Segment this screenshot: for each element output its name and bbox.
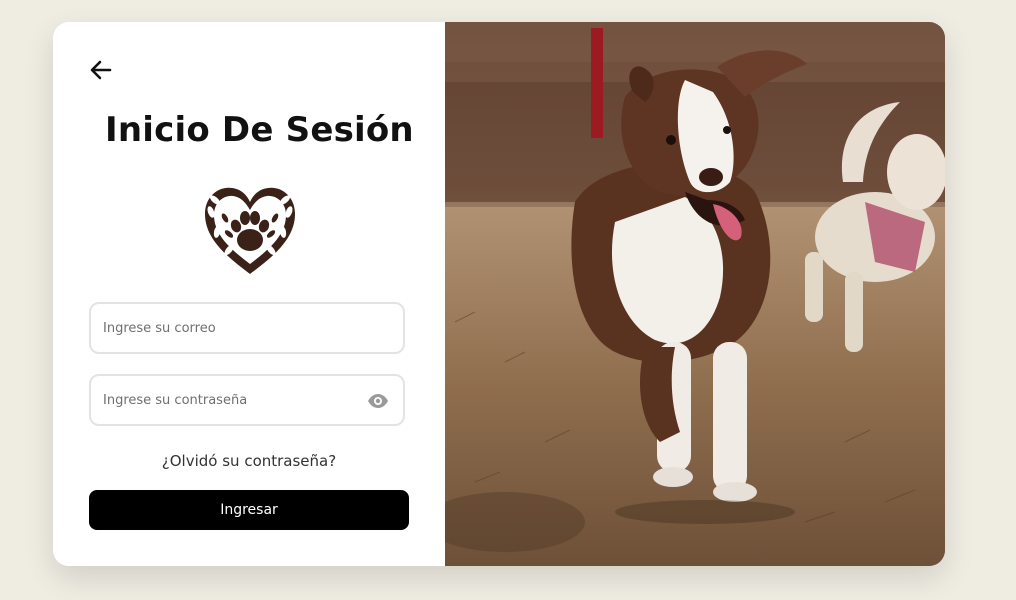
paw-heart-logo [205,187,295,274]
eye-icon[interactable] [367,390,389,412]
login-panel: Inicio De Sesión Ingrese su correo ¿Olvi… [53,22,445,566]
hero-image [445,22,945,566]
email-field[interactable] [91,304,403,352]
page-title: Inicio De Sesión [105,110,414,150]
password-field[interactable] [91,376,403,424]
arrow-left-icon [90,60,112,80]
login-button[interactable]: Ingresar [89,490,409,530]
forgot-password-link[interactable]: ¿Olvidó su contraseña? [53,452,445,470]
password-field-wrapper [89,374,405,426]
login-card: Inicio De Sesión Ingrese su correo ¿Olvi… [53,22,945,566]
email-field-wrapper [89,302,405,354]
back-button[interactable] [87,56,115,84]
